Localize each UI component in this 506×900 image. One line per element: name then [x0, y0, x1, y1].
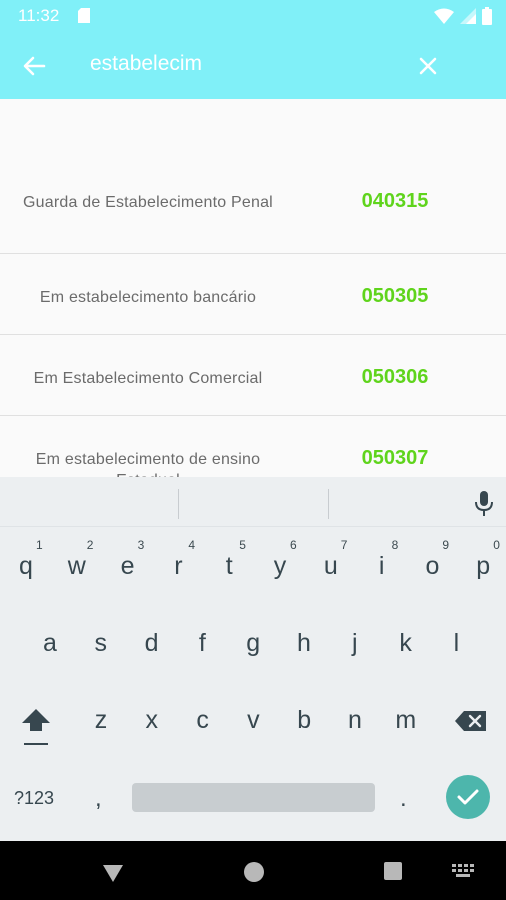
result-code: 040315 [361, 190, 429, 212]
result-code: 050307 [361, 447, 429, 469]
app-bar: 11:32 estabelecim [0, 0, 506, 99]
key-hint: 5 [239, 538, 246, 552]
result-code: 050305 [361, 285, 429, 307]
key-k[interactable]: k [392, 629, 420, 658]
signal-icon [460, 8, 476, 24]
result-code: 050306 [361, 366, 429, 388]
search-input[interactable]: estabelecim [90, 52, 202, 76]
key-s[interactable]: s [87, 629, 115, 658]
key-i[interactable]: i8 [368, 538, 398, 581]
sd-card-icon [78, 8, 90, 23]
key-hint: 8 [391, 538, 399, 552]
key-hint: 2 [86, 538, 94, 552]
key-w[interactable]: w2 [63, 538, 94, 581]
status-icons [434, 7, 492, 25]
key-n[interactable]: n [341, 706, 369, 735]
list-item[interactable]: Em Estabelecimento Comercial 050306 [0, 336, 506, 416]
key-u[interactable]: u7 [317, 538, 348, 581]
search-toolbar: estabelecim [0, 32, 506, 99]
key-hint: 4 [188, 538, 196, 552]
key-b[interactable]: b [290, 706, 318, 735]
results-list: Guarda de Estabelecimento Penal 040315 E… [0, 99, 506, 477]
key-j[interactable]: j [341, 629, 369, 658]
result-name: Em estabelecimento de ensino Estadual [35, 451, 261, 477]
key-g[interactable]: g [239, 629, 267, 658]
shift-icon[interactable] [20, 707, 52, 747]
key-c[interactable]: c [189, 706, 217, 735]
recents-square-icon[interactable] [384, 862, 402, 880]
key-hint: 3 [137, 538, 145, 552]
key-hint: 0 [493, 538, 500, 552]
navigation-bar [0, 841, 506, 900]
key-p[interactable]: p0 [469, 538, 500, 581]
suggestion-strip [0, 477, 506, 527]
status-time: 11:32 [18, 6, 60, 25]
back-triangle-icon[interactable] [102, 862, 124, 884]
arrow-back-icon[interactable] [18, 50, 50, 82]
list-item[interactable]: Em estabelecimento bancário 050305 [0, 255, 506, 335]
backspace-icon[interactable] [454, 709, 488, 733]
status-bar: 11:32 [0, 0, 506, 32]
enter-button[interactable] [446, 775, 490, 819]
wifi-icon [434, 8, 454, 24]
result-name: Em estabelecimento bancário [39, 289, 257, 306]
list-item[interactable]: Guarda de Estabelecimento Penal 040315 [0, 178, 506, 254]
key-v[interactable]: v [239, 706, 267, 735]
checkmark-icon [457, 789, 479, 805]
key-hint: 9 [442, 538, 450, 552]
key-h[interactable]: h [290, 629, 318, 658]
key-l[interactable]: l [442, 629, 470, 658]
key-hint: 1 [36, 538, 43, 552]
close-icon[interactable] [412, 50, 444, 82]
period-key[interactable]: . [400, 785, 407, 813]
space-bar[interactable] [132, 783, 375, 812]
result-name: Em Estabelecimento Comercial [33, 370, 263, 387]
key-y[interactable]: y6 [266, 538, 297, 581]
list-item[interactable]: Em estabelecimento de ensino Estadual 05… [0, 417, 506, 477]
key-o[interactable]: o9 [418, 538, 449, 581]
key-hint: 6 [290, 538, 297, 552]
key-r[interactable]: r4 [164, 538, 195, 581]
result-name: Guarda de Estabelecimento Penal [23, 194, 273, 211]
home-circle-icon[interactable] [244, 862, 264, 882]
key-a[interactable]: a [36, 629, 64, 658]
key-t[interactable]: t5 [215, 538, 246, 581]
comma-key[interactable]: , [95, 785, 102, 813]
key-hint: 7 [340, 538, 348, 552]
key-x[interactable]: x [138, 706, 166, 735]
key-m[interactable]: m [392, 706, 420, 735]
key-d[interactable]: d [138, 629, 166, 658]
screen: 11:32 estabelecim Guarda de Estabelecime… [0, 0, 506, 900]
suggestion-divider [178, 489, 179, 519]
key-z[interactable]: z [87, 706, 115, 735]
battery-icon [482, 7, 492, 25]
microphone-icon[interactable] [473, 491, 495, 517]
symbols-key[interactable]: ?123 [14, 788, 54, 809]
key-e[interactable]: e3 [114, 538, 145, 581]
key-f[interactable]: f [188, 629, 216, 658]
suggestion-divider [328, 489, 329, 519]
soft-keyboard: q1 w2 e3 r4 t5 y6 u7 i8 o9 p0 asdfghjkl zxcvbnm ?… [0, 477, 506, 841]
key-q[interactable]: q1 [12, 538, 43, 581]
keyboard-switch-icon[interactable] [452, 864, 474, 878]
